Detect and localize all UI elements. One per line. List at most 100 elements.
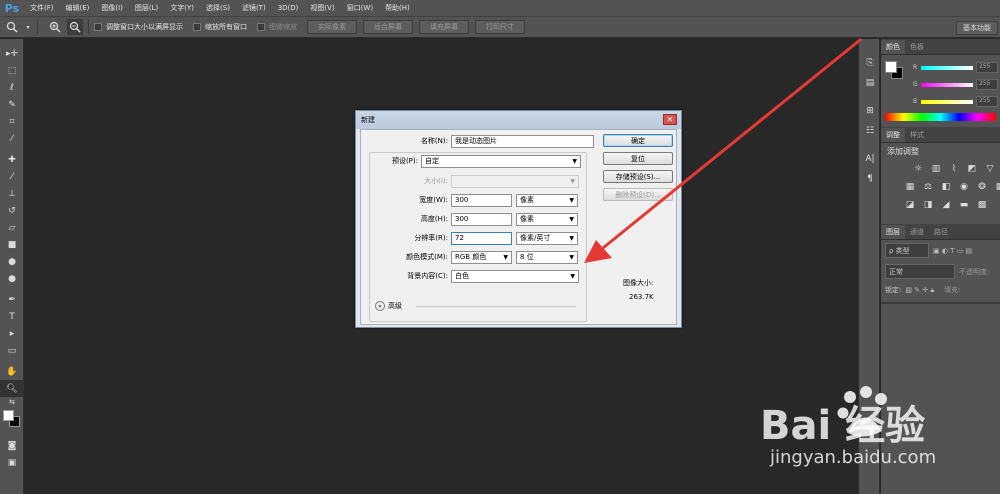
quick-select-tool-icon[interactable]: ✎ <box>0 96 24 113</box>
checkbox-box[interactable] <box>257 23 265 31</box>
blue-value-input[interactable]: 255 <box>976 96 998 107</box>
swap-colors-icon[interactable]: ⇆ <box>0 397 24 407</box>
move-tool-icon[interactable]: ▸✛ <box>0 45 24 62</box>
layer-kind-filter-dropdown[interactable]: ρ 类型 <box>885 243 929 258</box>
layer-filter-icons[interactable]: ▣ ◐ T ▭ ▤ <box>933 247 972 255</box>
zoom-in-icon[interactable] <box>47 19 63 35</box>
properties-panel-icon[interactable]: ▤ <box>859 73 881 93</box>
lasso-tool-icon[interactable]: ℓ <box>0 79 24 96</box>
zoom-tool-icon[interactable] <box>4 19 20 35</box>
path-select-tool-icon[interactable]: ▸ <box>0 325 24 342</box>
navigator-panel-icon[interactable]: ☷ <box>859 121 881 141</box>
tool-preset-dropdown-icon[interactable]: ▾ <box>24 19 32 35</box>
blend-mode-dropdown[interactable]: 正常 <box>885 264 955 279</box>
black-white-icon[interactable]: ◧ <box>939 180 953 194</box>
foreground-color-swatch[interactable] <box>3 410 14 421</box>
dodge-tool-icon[interactable]: ● <box>0 270 24 287</box>
menu-help[interactable]: 帮助(H) <box>379 0 416 16</box>
menu-layer[interactable]: 图层(L) <box>129 0 164 16</box>
save-preset-button[interactable]: 存储预设(S)... <box>603 170 673 183</box>
scrubby-zoom-checkbox[interactable]: 细微缩放 <box>257 22 297 32</box>
print-size-button[interactable]: 打印尺寸 <box>475 20 525 34</box>
menu-image[interactable]: 图像(I) <box>95 0 129 16</box>
channel-mixer-icon[interactable]: ❂ <box>975 180 989 194</box>
actual-pixels-button[interactable]: 实际像素 <box>307 20 357 34</box>
workspace-switcher-button[interactable]: 基本功能 <box>956 21 998 35</box>
crop-tool-icon[interactable]: ⌗ <box>0 113 24 130</box>
info-panel-icon[interactable]: ⊞ <box>859 101 881 121</box>
marquee-tool-icon[interactable]: ⬚ <box>0 62 24 79</box>
tab-adjustments[interactable]: 调整 <box>881 128 905 142</box>
color-mode-dropdown[interactable]: RGB 颜色 ▼ <box>451 250 512 264</box>
posterize-icon[interactable]: ◨ <box>921 198 935 212</box>
type-tool-icon[interactable]: T <box>0 308 24 325</box>
paragraph-panel-icon[interactable]: ¶ <box>859 169 881 189</box>
resolution-input[interactable]: 72 <box>451 231 512 245</box>
fill-screen-button[interactable]: 填充屏幕 <box>419 20 469 34</box>
clone-stamp-tool-icon[interactable]: ⊥ <box>0 185 24 202</box>
delete-preset-button[interactable]: 删除预设(D)... <box>603 188 673 201</box>
color-balance-icon[interactable]: ⚖ <box>921 180 935 194</box>
checkbox-box[interactable] <box>94 23 102 31</box>
width-unit-dropdown[interactable]: 像素 ▼ <box>516 193 578 207</box>
tab-swatches[interactable]: 色板 <box>905 40 929 54</box>
menu-file[interactable]: 文件(F) <box>24 0 60 16</box>
background-dropdown[interactable]: 白色 ▼ <box>451 269 579 283</box>
menu-view[interactable]: 视图(V) <box>304 0 340 16</box>
photo-filter-icon[interactable]: ◉ <box>957 180 971 194</box>
healing-brush-tool-icon[interactable]: ✚ <box>0 151 24 168</box>
red-value-input[interactable]: 255 <box>976 62 998 73</box>
red-slider[interactable] <box>921 65 973 70</box>
invert-icon[interactable]: ◪ <box>903 198 917 212</box>
width-input[interactable]: 300 <box>451 193 512 207</box>
levels-icon[interactable]: ▥ <box>929 162 943 176</box>
resolution-unit-dropdown[interactable]: 像素/英寸 ▼ <box>516 231 578 245</box>
tab-styles[interactable]: 样式 <box>905 128 929 142</box>
expand-icon[interactable]: » <box>375 301 385 311</box>
menu-filter[interactable]: 滤镜(T) <box>236 0 272 16</box>
eraser-tool-icon[interactable]: ▱ <box>0 219 24 236</box>
ok-button[interactable]: 确定 <box>603 134 673 147</box>
foreground-color-swatch[interactable] <box>885 61 897 73</box>
tab-color[interactable]: 颜色 <box>881 40 905 54</box>
tab-layers[interactable]: 图层 <box>881 225 905 239</box>
menu-window[interactable]: 窗口(W) <box>341 0 379 16</box>
checkbox-box[interactable] <box>193 23 201 31</box>
height-unit-dropdown[interactable]: 像素 ▼ <box>516 212 578 226</box>
menu-edit[interactable]: 编辑(E) <box>60 0 96 16</box>
lock-icons[interactable]: ▧ ✎ ✛ 🔒︎ <box>905 286 934 295</box>
green-value-input[interactable]: 255 <box>976 79 998 90</box>
reset-button[interactable]: 复位 <box>603 152 673 165</box>
fit-screen-button[interactable]: 适合屏幕 <box>363 20 413 34</box>
preset-dropdown[interactable]: 自定 ▼ <box>421 154 581 168</box>
screen-mode-icon[interactable]: ▣ <box>0 454 24 471</box>
threshold-icon[interactable]: ◢ <box>939 198 953 212</box>
quick-mask-icon[interactable]: ◙ <box>0 437 24 454</box>
history-brush-tool-icon[interactable]: ↺ <box>0 202 24 219</box>
menu-3d[interactable]: 3D(D) <box>272 0 305 16</box>
resize-window-checkbox[interactable]: 调整窗口大小以满屏显示 <box>94 22 183 32</box>
close-icon[interactable]: ✕ <box>663 114 677 125</box>
color-lookup-icon[interactable]: ▦ <box>993 180 1000 194</box>
pen-tool-icon[interactable]: ✒ <box>0 291 24 308</box>
vibrance-icon[interactable]: ▽ <box>983 162 997 176</box>
height-input[interactable]: 300 <box>451 212 512 226</box>
selective-color-icon[interactable]: ▩ <box>975 198 989 212</box>
zoom-tool-icon[interactable]: 🔍︎ <box>0 380 24 397</box>
blue-slider[interactable] <box>921 99 973 104</box>
bit-depth-dropdown[interactable]: 8 位 ▼ <box>516 250 578 264</box>
document-name-input[interactable]: 我是动态图片 <box>451 134 594 148</box>
gradient-map-icon[interactable]: ▬ <box>957 198 971 212</box>
tab-channels[interactable]: 通道 <box>905 225 929 239</box>
advanced-toggle[interactable]: » 高级 <box>375 301 402 311</box>
character-panel-icon[interactable]: A| <box>859 149 881 169</box>
menu-select[interactable]: 选择(S) <box>200 0 236 16</box>
brightness-contrast-icon[interactable]: ☼ <box>911 162 925 176</box>
zoom-out-icon[interactable] <box>67 19 83 35</box>
history-panel-icon[interactable]: ⎘ <box>859 53 881 73</box>
blur-tool-icon[interactable]: ● <box>0 253 24 270</box>
hand-tool-icon[interactable]: ✋ <box>0 363 24 380</box>
eyedropper-tool-icon[interactable]: ⁄ <box>0 130 24 147</box>
color-swatches[interactable] <box>0 407 23 431</box>
size-dropdown[interactable]: ▼ <box>451 174 579 188</box>
